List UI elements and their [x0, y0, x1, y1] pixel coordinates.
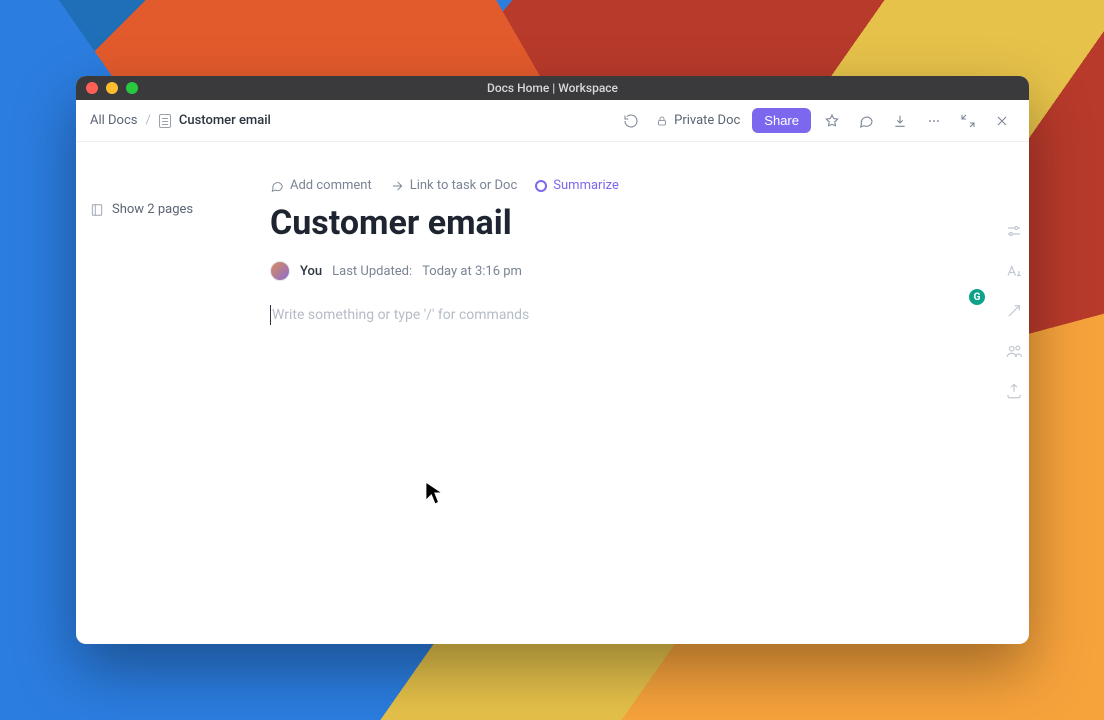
- top-toolbar: All Docs / Customer email Private Doc Sh…: [76, 100, 1029, 142]
- collapse-icon[interactable]: [955, 108, 981, 134]
- add-comment-action[interactable]: Add comment: [270, 178, 372, 193]
- add-comment-label: Add comment: [290, 178, 372, 193]
- export-icon[interactable]: [1005, 382, 1023, 400]
- breadcrumb: All Docs / Customer email: [90, 113, 271, 128]
- share-button[interactable]: Share: [752, 108, 811, 133]
- contributors-icon[interactable]: [1005, 342, 1023, 360]
- link-icon: [390, 179, 404, 193]
- download-arrow-icon[interactable]: [887, 108, 913, 134]
- more-menu-icon[interactable]: [921, 108, 947, 134]
- history-icon[interactable]: [618, 108, 644, 134]
- ai-suggest-icon[interactable]: [1005, 302, 1023, 320]
- breadcrumb-current: Customer email: [179, 113, 271, 128]
- document-body: Show 2 pages Add comment Link to task or…: [76, 142, 1029, 644]
- minimize-window-button[interactable]: [106, 82, 118, 94]
- last-updated-value: Today at 3:16 pm: [422, 264, 522, 279]
- show-pages-label: Show 2 pages: [112, 202, 193, 217]
- right-rail: [1005, 222, 1023, 400]
- app-window: Docs Home | Workspace All Docs / Custome…: [76, 76, 1029, 644]
- editor-input[interactable]: Write something or type '/' for commands: [270, 305, 950, 325]
- breadcrumb-separator: /: [146, 113, 151, 128]
- settings-slider-icon[interactable]: [1005, 222, 1023, 240]
- editor-area: Add comment Link to task or Doc Summariz…: [264, 142, 1029, 644]
- last-updated-prefix: Last Updated:: [332, 264, 412, 279]
- link-task-action[interactable]: Link to task or Doc: [390, 178, 518, 193]
- privacy-indicator[interactable]: Private Doc: [652, 109, 744, 132]
- show-pages-toggle[interactable]: Show 2 pages: [90, 202, 250, 217]
- comment-icon: [270, 179, 284, 193]
- breadcrumb-root-link[interactable]: All Docs: [90, 113, 138, 128]
- privacy-label: Private Doc: [674, 113, 740, 128]
- author-avatar[interactable]: [270, 261, 290, 281]
- pages-icon: [90, 203, 104, 217]
- window-controls: [76, 82, 138, 94]
- summarize-label: Summarize: [553, 178, 619, 193]
- typography-icon[interactable]: [1005, 262, 1023, 280]
- doc-icon: [159, 114, 171, 128]
- link-task-label: Link to task or Doc: [410, 178, 518, 193]
- summarize-action[interactable]: Summarize: [535, 178, 619, 193]
- grammarly-badge-icon[interactable]: G: [969, 289, 985, 305]
- doc-meta-row: You Last Updated: Today at 3:16 pm: [270, 261, 1001, 281]
- star-icon[interactable]: [819, 108, 845, 134]
- window-titlebar: Docs Home | Workspace: [76, 76, 1029, 100]
- doc-actions-row: Add comment Link to task or Doc Summariz…: [270, 178, 1001, 193]
- maximize-window-button[interactable]: [126, 82, 138, 94]
- window-title: Docs Home | Workspace: [76, 81, 1029, 95]
- ai-sparkle-icon: [535, 180, 547, 192]
- close-window-button[interactable]: [86, 82, 98, 94]
- author-label: You: [300, 264, 322, 279]
- left-sidebar: Show 2 pages: [76, 142, 264, 644]
- close-panel-icon[interactable]: [989, 108, 1015, 134]
- doc-title[interactable]: Customer email: [270, 203, 1001, 243]
- comment-bubble-icon[interactable]: [853, 108, 879, 134]
- lock-icon: [656, 115, 668, 127]
